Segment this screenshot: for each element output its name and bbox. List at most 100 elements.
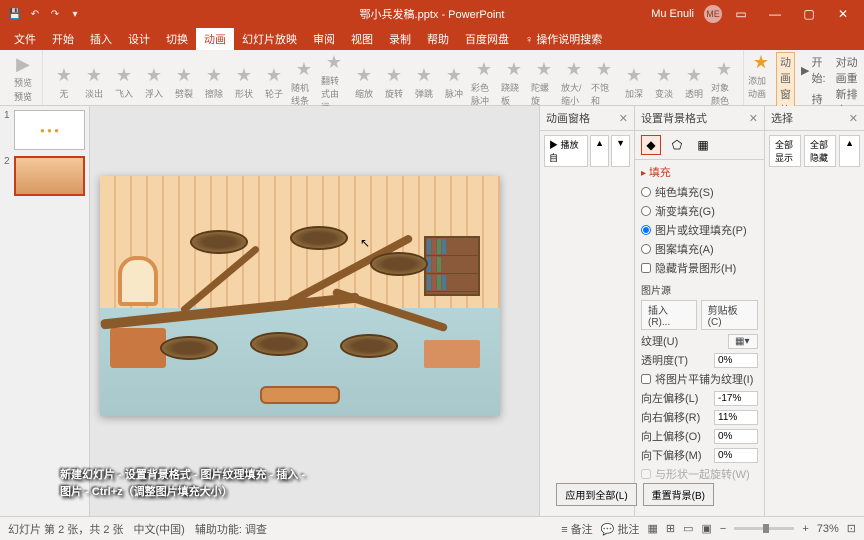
view-slideshow-icon[interactable]: ▣	[701, 522, 711, 535]
picture-fill-radio[interactable]: 图片或纹理填充(P)	[641, 222, 758, 238]
tab-tellme[interactable]: ♀ 操作说明搜索	[517, 28, 610, 50]
view-reading-icon[interactable]: ▭	[683, 522, 693, 535]
slide-thumb-1[interactable]: ● ● ●	[14, 110, 85, 150]
slide-thumb-2[interactable]	[14, 156, 85, 196]
animation-gallery[interactable]: ★无★淡出★飞入★浮入★劈裂★擦除★形状★轮子★随机线条★翻转式由远...★缩放…	[51, 52, 737, 113]
add-animation-button[interactable]: ★添加动画	[748, 52, 774, 103]
insert-picture-button[interactable]: 插入(R)...	[641, 300, 697, 330]
view-sorter-icon[interactable]: ⊞	[666, 522, 675, 535]
effect-6[interactable]: ★形状	[231, 65, 257, 100]
tab-animations[interactable]: 动画	[196, 28, 234, 50]
fit-window-icon[interactable]: ⊡	[847, 522, 856, 535]
qat-more-icon[interactable]: ▾	[68, 7, 82, 21]
ribbon-options-icon[interactable]: ▭	[726, 2, 756, 26]
effect-13[interactable]: ★脉冲	[441, 65, 467, 100]
show-all-button[interactable]: 全部显示	[769, 135, 801, 167]
move-up-button[interactable]: ▲	[590, 135, 609, 167]
offset-top-input[interactable]	[714, 429, 758, 444]
effect-18[interactable]: ★不饱和	[591, 59, 617, 107]
tab-record[interactable]: 录制	[381, 28, 419, 50]
effect-11[interactable]: ★旋转	[381, 65, 407, 100]
slide-canvas[interactable]: ↖	[100, 176, 500, 416]
effect-4[interactable]: ★劈裂	[171, 65, 197, 100]
play-from-button[interactable]: ▶ 播放自	[544, 135, 588, 167]
fill-tab-icon[interactable]: ◆	[641, 135, 661, 155]
preview-button[interactable]: ▶预览	[10, 54, 36, 89]
close-icon[interactable]: ✕	[828, 2, 858, 26]
format-pane-close-icon[interactable]: ✕	[749, 112, 758, 125]
tab-insert[interactable]: 插入	[82, 28, 120, 50]
tab-slideshow[interactable]: 幻灯片放映	[234, 28, 305, 50]
selection-pane-close-icon[interactable]: ✕	[849, 112, 858, 125]
effect-10[interactable]: ★缩放	[351, 65, 377, 100]
accessibility-status[interactable]: 辅助功能: 调查	[195, 521, 267, 537]
tab-baidu[interactable]: 百度网盘	[457, 28, 517, 50]
user-avatar[interactable]: ME	[704, 5, 722, 23]
format-pane-title: 设置背景格式	[641, 110, 707, 126]
effect-16[interactable]: ★陀螺旋	[531, 59, 557, 107]
apply-all-button[interactable]: 应用到全部(L)	[556, 483, 636, 506]
effect-5[interactable]: ★擦除	[201, 65, 227, 100]
undo-icon[interactable]: ↶	[28, 7, 42, 21]
minimize-icon[interactable]: —	[760, 2, 790, 26]
zoom-out-button[interactable]: −	[720, 523, 726, 535]
comments-button[interactable]: 💬 批注	[601, 521, 640, 537]
offset-right-input[interactable]	[714, 410, 758, 425]
pattern-fill-radio[interactable]: 图案填充(A)	[641, 241, 758, 257]
fill-section-title[interactable]: ▸ 填充	[641, 164, 758, 180]
transparency-input[interactable]	[714, 353, 758, 368]
effect-15[interactable]: ★跷跷板	[501, 59, 527, 107]
tile-checkbox[interactable]: 将图片平铺为纹理(I)	[641, 371, 758, 387]
zoom-level[interactable]: 73%	[817, 523, 839, 535]
effect-0[interactable]: ★无	[51, 65, 77, 100]
animation-pane: 动画窗格✕ ▶ 播放自 ▲ ▼	[539, 106, 634, 516]
notes-button[interactable]: ≡ 备注	[561, 521, 592, 537]
bookshelf-decor	[424, 236, 480, 296]
effect-1[interactable]: ★淡出	[81, 65, 107, 100]
effect-7[interactable]: ★轮子	[261, 65, 287, 100]
effect-8[interactable]: ★随机线条	[291, 59, 317, 107]
redo-icon[interactable]: ↷	[48, 7, 62, 21]
offset-bottom-input[interactable]	[714, 448, 758, 463]
effect-19[interactable]: ★加深	[621, 65, 647, 100]
effect-14[interactable]: ★彩色脉冲	[471, 59, 497, 107]
effect-12[interactable]: ★弹跳	[411, 65, 437, 100]
tab-transitions[interactable]: 切换	[158, 28, 196, 50]
effects-tab-icon[interactable]: ⬠	[667, 135, 687, 155]
tab-help[interactable]: 帮助	[419, 28, 457, 50]
effect-9[interactable]: ★翻转式由远...	[321, 52, 347, 113]
zoom-in-button[interactable]: +	[802, 523, 808, 535]
picture-tab-icon[interactable]: ▦	[693, 135, 713, 155]
effect-21[interactable]: ★透明	[681, 65, 707, 100]
sel-up-button[interactable]: ▲	[839, 135, 860, 167]
reset-bg-button[interactable]: 重置背景(B)	[643, 483, 714, 506]
offset-left-input[interactable]	[714, 391, 758, 406]
effect-2[interactable]: ★飞入	[111, 65, 137, 100]
save-icon[interactable]: 💾	[8, 7, 22, 21]
tab-review[interactable]: 审阅	[305, 28, 343, 50]
tab-file[interactable]: 文件	[6, 28, 44, 50]
maximize-icon[interactable]: ▢	[794, 2, 824, 26]
animation-pane-close-icon[interactable]: ✕	[619, 112, 628, 125]
zoom-slider[interactable]	[734, 527, 794, 530]
ribbon-tabs: 文件 开始 插入 设计 切换 动画 幻灯片放映 审阅 视图 录制 帮助 百度网盘…	[0, 28, 864, 50]
tab-home[interactable]: 开始	[44, 28, 82, 50]
slide-canvas-area[interactable]: ↖	[90, 106, 539, 516]
clipboard-button[interactable]: 剪贴板(C)	[701, 300, 758, 330]
view-normal-icon[interactable]: ▦	[647, 522, 657, 535]
timing-start[interactable]: ▶ 开始:	[797, 52, 830, 88]
move-down-button[interactable]: ▼	[611, 135, 630, 167]
tab-design[interactable]: 设计	[120, 28, 158, 50]
effect-22[interactable]: ★对象颜色	[711, 59, 737, 107]
gradient-fill-radio[interactable]: 渐变填充(G)	[641, 203, 758, 219]
hide-bg-checkbox[interactable]: 隐藏背景图形(H)	[641, 260, 758, 276]
solid-fill-radio[interactable]: 纯色填充(S)	[641, 184, 758, 200]
effect-20[interactable]: ★变淡	[651, 65, 677, 100]
effect-17[interactable]: ★放大/缩小	[561, 59, 587, 107]
effect-3[interactable]: ★浮入	[141, 65, 167, 100]
hide-all-button[interactable]: 全部隐藏	[804, 135, 836, 167]
tab-view[interactable]: 视图	[343, 28, 381, 50]
language-status[interactable]: 中文(中国)	[134, 521, 185, 537]
texture-picker[interactable]: ▦▾	[728, 334, 758, 349]
rotate-with-shape-checkbox[interactable]: 与形状一起旋转(W)	[641, 466, 758, 482]
